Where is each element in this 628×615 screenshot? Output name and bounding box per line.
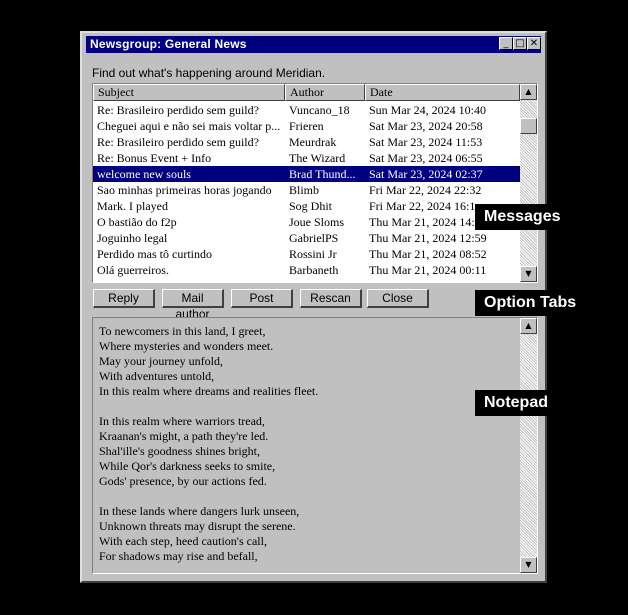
message-row[interactable]: Perdido mas tô curtindo Rossini Jr Thu Mar… [93, 246, 520, 262]
message-author: Rossini Jr [289, 247, 337, 261]
message-row[interactable]: Re: Bonus Event + Info The Wizard Sat Mar … [93, 150, 520, 166]
message-subject: Re: Brasileiro perdido sem guild? [97, 103, 259, 117]
window-title: Newsgroup: General News [90, 37, 247, 51]
message-subject: Cheguei aqui e não sei mais voltar p... [97, 119, 281, 133]
scroll-down-button[interactable]: ▼ [520, 266, 537, 282]
rescan-button[interactable]: Rescan [300, 289, 362, 308]
scroll-up-button[interactable]: ▲ [520, 84, 537, 100]
message-author: GabrielPS [289, 231, 339, 245]
list-header: Subject Author Date [93, 84, 520, 101]
message-row[interactable]: Cheguei aqui e não sei mais voltar p... F… [93, 118, 520, 134]
message-date: Sat Mar 23, 2024 11:53 [369, 135, 483, 149]
message-subject: Sao minhas primeiras horas jogando [97, 183, 272, 197]
message-author: Joue Sloms [289, 215, 345, 229]
reply-button[interactable]: Reply [93, 289, 155, 308]
message-subject: O bastião do f2p [97, 215, 177, 229]
message-subject: Mark. I played [97, 199, 168, 213]
close-window-button[interactable]: ✕ [527, 37, 541, 50]
message-subject: Olá guerreiros. [97, 263, 169, 277]
message-author: Brad Thund... [289, 167, 356, 181]
message-author: Vuncano_18 [289, 103, 350, 117]
message-subject: welcome new souls [97, 167, 191, 181]
message-row[interactable]: Re: Brasileiro perdido sem guild? Meurdra… [93, 134, 520, 150]
message-row[interactable]: welcome new souls Brad Thund... Sat Mar 23… [93, 166, 520, 182]
message-list-scrollbar[interactable]: ▲ ▼ [520, 84, 537, 282]
message-author: Meurdrak [289, 135, 337, 149]
message-row[interactable]: Olá guerreiros. Barbaneth Thu Mar 21, 2024… [93, 262, 520, 278]
message-subject: Joguinho legal [97, 231, 168, 245]
mail-author-button[interactable]: Mail author [162, 289, 224, 321]
message-row[interactable]: O bastião do f2p Joue Sloms Thu Mar 21, 20… [93, 214, 520, 230]
message-subject: Re: Bonus Event + Info [97, 151, 212, 165]
message-date: Sun Mar 24, 2024 10:40 [369, 103, 486, 117]
message-date: Fri Mar 22, 2024 22:32 [369, 183, 482, 197]
message-author: Sog Dhit [289, 199, 333, 213]
message-date: Thu Mar 21, 2024 12:59 [369, 231, 487, 245]
message-subject: Perdido mas tô curtindo [97, 247, 212, 261]
notepad-scrollbar[interactable]: ▲ ▼ [520, 318, 537, 573]
message-author: The Wizard [289, 151, 346, 165]
column-header-author[interactable]: Author [285, 84, 365, 101]
notepad-text[interactable]: To newcomers in this land, I greet, Wher… [99, 324, 509, 564]
newsgroup-description: Find out what's happening around Meridia… [92, 66, 326, 80]
message-date: Sat Mar 23, 2024 06:55 [369, 151, 483, 165]
message-date: Sat Mar 23, 2024 02:37 [369, 167, 483, 181]
message-row[interactable]: Sao minhas primeiras horas jogando Blimb F… [93, 182, 520, 198]
minimize-button[interactable]: _ [499, 37, 513, 50]
notepad[interactable]: To newcomers in this land, I greet, Wher… [92, 317, 538, 574]
message-date: Sat Mar 23, 2024 20:58 [369, 119, 483, 133]
messages-annotation: Messages [475, 204, 570, 230]
column-header-date[interactable]: Date [365, 84, 520, 101]
maximize-button[interactable]: □ [513, 37, 527, 50]
close-button[interactable]: Close [367, 289, 429, 308]
message-row[interactable]: Re: Brasileiro perdido sem guild? Vuncano… [93, 102, 520, 118]
scroll-thumb[interactable] [520, 118, 537, 134]
option-tabs-annotation: Option Tabs [475, 290, 586, 316]
notepad-annotation: Notepad [475, 390, 557, 416]
notepad-scroll-down-button[interactable]: ▼ [520, 557, 537, 573]
title-bar[interactable]: Newsgroup: General News _ □ ✕ [86, 36, 541, 53]
notepad-scroll-up-button[interactable]: ▲ [520, 318, 537, 334]
message-subject: Re: Brasileiro perdido sem guild? [97, 135, 259, 149]
message-author: Frieren [289, 119, 324, 133]
post-button[interactable]: Post [231, 289, 293, 308]
message-row[interactable]: Joguinho legal GabrielPS Thu Mar 21, 2024 … [93, 230, 520, 246]
message-row[interactable]: Mark. I played Sog Dhit Fri Mar 22, 2024 1… [93, 198, 520, 214]
column-header-subject[interactable]: Subject [93, 84, 285, 101]
message-date: Thu Mar 21, 2024 08:52 [369, 247, 487, 261]
message-author: Blimb [289, 183, 320, 197]
message-author: Barbaneth [289, 263, 339, 277]
message-list[interactable]: Subject Author Date Re: Brasileiro perdi… [92, 83, 538, 283]
message-date: Thu Mar 21, 2024 00:11 [369, 263, 487, 277]
